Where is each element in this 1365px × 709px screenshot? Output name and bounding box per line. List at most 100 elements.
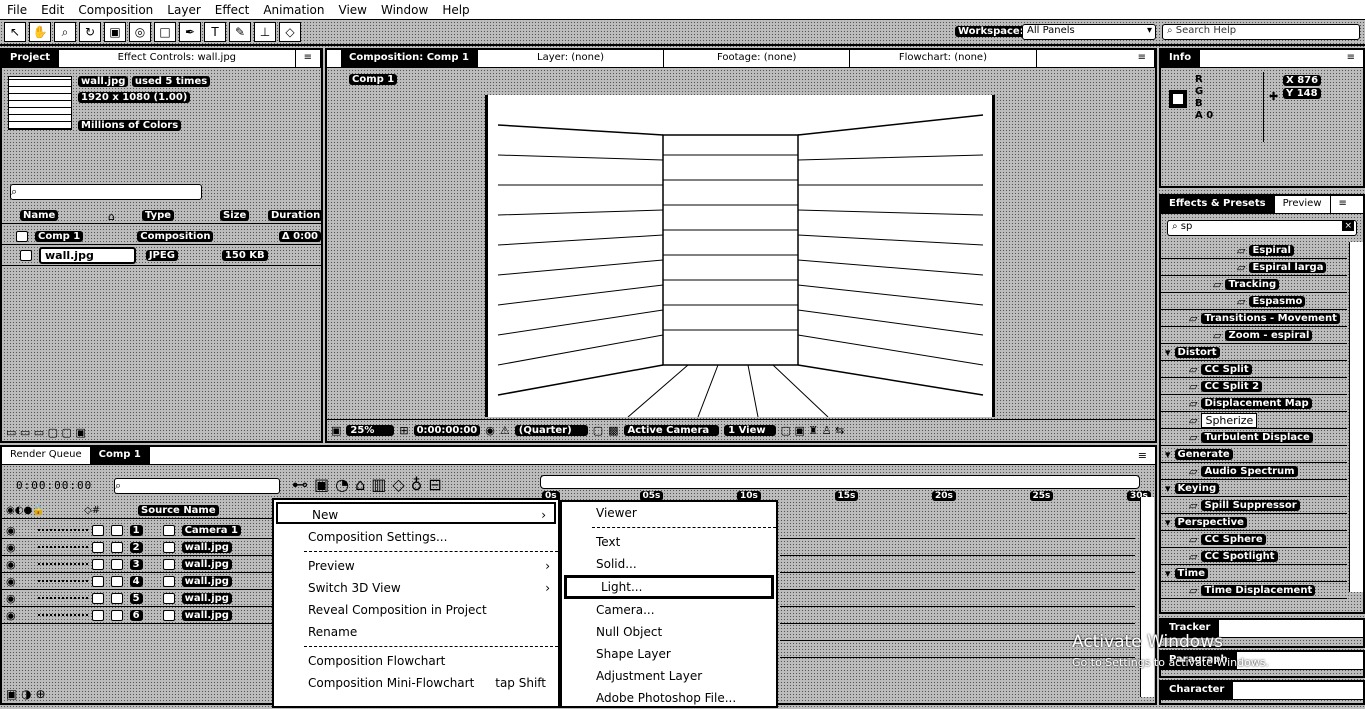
effects-item[interactable]: ▱ Turbulent Displace	[1161, 429, 1347, 446]
menu-animation[interactable]: Animation	[256, 3, 331, 17]
submenu-photoshop-file[interactable]: Adobe Photoshop File...	[562, 687, 776, 709]
search-help-input[interactable]: ⌕ Search Help	[1162, 24, 1360, 40]
effects-item[interactable]: ▱ Transitions - Movement	[1161, 310, 1347, 327]
column-size[interactable]: Size	[220, 210, 250, 221]
menu-layer[interactable]: Layer	[160, 3, 207, 17]
effects-item[interactable]: ▱ CC Sphere	[1161, 531, 1347, 548]
rectangle-tool-icon[interactable]: □	[154, 22, 176, 42]
effects-scrollbar[interactable]	[1349, 242, 1363, 592]
eye-icon[interactable]: ◉	[6, 575, 16, 588]
switch-box[interactable]	[110, 609, 123, 621]
effects-item[interactable]: ▱ Time Displacement	[1161, 582, 1347, 599]
column-duration[interactable]: Duration	[268, 210, 324, 221]
effects-item[interactable]: ▱ Espasmo	[1161, 293, 1347, 310]
column-name[interactable]: Name	[20, 210, 59, 221]
menu-item-rename[interactable]: Rename	[274, 621, 558, 643]
snapshot-icon[interactable]: ◉	[485, 424, 495, 437]
source-name-header[interactable]: Source Name	[138, 505, 219, 516]
tab-project[interactable]: Project	[2, 50, 60, 67]
project-row-wall[interactable]: wall.jpg JPEG 150 KB	[2, 246, 321, 266]
switch-box[interactable]	[110, 558, 123, 570]
menu-item-reveal-composition[interactable]: Reveal Composition in Project	[274, 599, 558, 621]
eye-icon[interactable]: ◉	[6, 541, 16, 554]
submenu-shape-layer[interactable]: Shape Layer	[562, 643, 776, 665]
switch-box[interactable]	[110, 541, 123, 553]
menu-item-composition-settings[interactable]: Composition Settings...	[274, 526, 558, 548]
always-preview-icon[interactable]: ▣	[331, 424, 341, 437]
menu-view[interactable]: View	[332, 3, 374, 17]
menu-help[interactable]: Help	[435, 3, 476, 17]
hand-tool-icon[interactable]: ✋	[29, 22, 51, 42]
safe-zones-icon[interactable]: ⊞	[399, 424, 408, 437]
timeline-search-input[interactable]: ⌕	[114, 478, 280, 494]
effects-item[interactable]: ▱ Zoom - espiral	[1161, 327, 1347, 344]
rotate-tool-icon[interactable]: ↻	[79, 22, 101, 42]
submenu-null-object[interactable]: Null Object	[562, 621, 776, 643]
effects-item[interactable]: ▱ CC Split	[1161, 361, 1347, 378]
eraser-tool-icon[interactable]: ◇	[279, 22, 301, 42]
project-footer-icons[interactable]: ▭ ▭ ▭ ▢ ▢ ▣	[6, 426, 86, 439]
menu-window[interactable]: Window	[374, 3, 435, 17]
eye-icon[interactable]: ◉	[6, 524, 16, 537]
camera-tool-icon[interactable]: ▣	[104, 22, 126, 42]
pan-behind-tool-icon[interactable]: ◎	[129, 22, 151, 42]
clear-search-icon[interactable]: ×	[1342, 221, 1354, 231]
panel-menu-icon[interactable]: ≡	[1037, 50, 1156, 67]
effects-item[interactable]: ▱ Spherize	[1161, 412, 1347, 429]
effects-item[interactable]: ▱ Audio Spectrum	[1161, 463, 1347, 480]
switch-box[interactable]	[110, 575, 123, 587]
tab-composition[interactable]: Composition: Comp 1	[341, 50, 478, 67]
column-type[interactable]: Type	[142, 210, 175, 221]
resolution-select[interactable]: (Quarter)	[514, 425, 588, 436]
label-color-icon[interactable]	[91, 558, 104, 570]
type-tool-icon[interactable]: T	[204, 22, 226, 42]
effects-category[interactable]: ▾ Generate	[1161, 446, 1347, 463]
menu-effect[interactable]: Effect	[208, 3, 257, 17]
tab-effects-presets[interactable]: Effects & Presets	[1161, 196, 1275, 213]
pen-tool-icon[interactable]: ✒	[179, 22, 201, 42]
eye-icon[interactable]: ◉	[6, 558, 16, 571]
label-color-icon[interactable]	[91, 592, 104, 604]
time-navigator[interactable]	[540, 475, 1140, 489]
submenu-light[interactable]: Light...	[564, 575, 774, 599]
menu-item-composition-flowchart[interactable]: Composition Flowchart	[274, 650, 558, 672]
effects-item[interactable]: ▱ CC Spotlight	[1161, 548, 1347, 565]
menu-item-mini-flowchart[interactable]: Composition Mini-Flowchart tap Shift	[274, 672, 558, 694]
effects-item[interactable]: ▱ Tracking	[1161, 276, 1347, 293]
switch-box[interactable]	[110, 592, 123, 604]
selection-tool-icon[interactable]: ↖	[4, 22, 26, 42]
tab-effect-controls[interactable]: Effect Controls: wall.jpg	[59, 50, 296, 67]
submenu-camera[interactable]: Camera...	[562, 599, 776, 621]
switch-box[interactable]	[110, 524, 123, 536]
effects-search-input[interactable]: ⌕ sp ×	[1167, 220, 1357, 236]
eye-icon[interactable]: ◉	[6, 609, 16, 622]
panel-menu-icon[interactable]: ≡	[1200, 50, 1363, 67]
camera-view-select[interactable]: Active Camera	[623, 425, 720, 436]
stamp-tool-icon[interactable]: ⊥	[254, 22, 276, 42]
layer-row[interactable]: ◉ 1 Camera 1	[2, 522, 274, 539]
effects-category[interactable]: ▾ Distort	[1161, 344, 1347, 361]
effects-item[interactable]: ▱ Spill Suppressor	[1161, 497, 1347, 514]
effects-item[interactable]: ▱ Displacement Map	[1161, 395, 1347, 412]
timeline-timecode[interactable]: 0:00:00:00	[16, 479, 92, 492]
tab-layer[interactable]: Layer: (none)	[478, 50, 665, 67]
effects-item[interactable]: ▱ Espiral	[1161, 242, 1347, 259]
timeline-switches-icons[interactable]: ⊷▣◔⌂▥◇♁⊟	[292, 475, 448, 494]
effects-category[interactable]: ▾ Keying	[1161, 480, 1347, 497]
workspace-select[interactable]: All Panels ▾	[1022, 24, 1156, 40]
layer-row[interactable]: ◉ 3 wall.jpg	[2, 556, 274, 573]
tab-info[interactable]: Info	[1161, 50, 1201, 67]
project-search-input[interactable]: ⌕	[10, 184, 202, 200]
menu-item-new[interactable]: New ›	[276, 502, 556, 524]
tab-flowchart[interactable]: Flowchart: (none)	[850, 50, 1037, 67]
eye-icon[interactable]: ◉	[6, 592, 16, 605]
label-color-icon[interactable]	[91, 524, 104, 536]
menu-item-preview[interactable]: Preview ›	[274, 555, 558, 577]
label-color-icon[interactable]	[91, 541, 104, 553]
effects-item[interactable]: ▱ CC Split 2	[1161, 378, 1347, 395]
effects-item[interactable]: ▱ Espiral larga	[1161, 259, 1347, 276]
layer-row[interactable]: ◉ 4 wall.jpg	[2, 573, 274, 590]
effects-category[interactable]: ▾ Perspective	[1161, 514, 1347, 531]
show-channel-icon[interactable]: ⚠	[500, 424, 510, 437]
submenu-text[interactable]: Text	[562, 531, 776, 553]
